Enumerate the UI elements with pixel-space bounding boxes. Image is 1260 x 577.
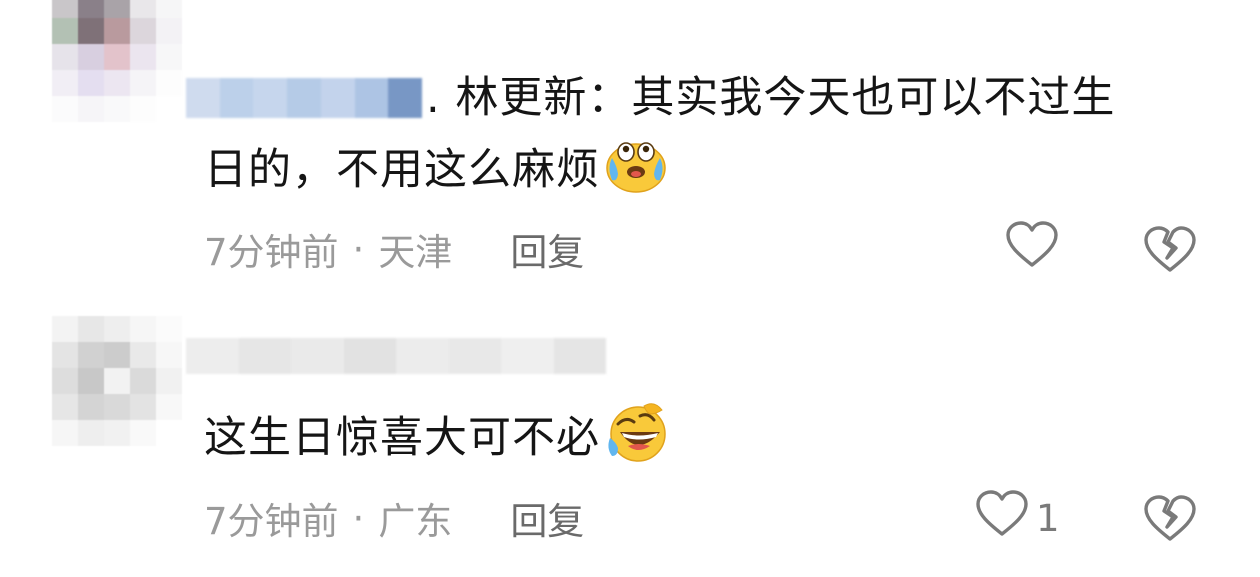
heart-icon	[974, 489, 1030, 548]
comment-meta: 7分钟前 · 天津 回复	[204, 222, 584, 276]
comment-item: . 林更新：其实我今天也可以不过生 日的，不用这么麻烦 7分钟前 · 天津 回复	[0, 0, 1260, 290]
heart-icon	[1004, 220, 1060, 279]
author-name[interactable]: . 林更新：	[426, 73, 631, 123]
avatar[interactable]	[52, 0, 182, 122]
like-count: 1	[1036, 496, 1060, 540]
reply-button[interactable]: 回复	[510, 491, 584, 545]
rolling-laughing-face-icon	[604, 402, 670, 484]
comment-location: 天津	[378, 231, 453, 274]
comment-text: 这生日惊喜大可不必	[204, 402, 670, 484]
comment-text-line: 日的，不用这么麻烦	[204, 145, 600, 195]
comment-time: 7分钟前	[204, 500, 339, 543]
separator-dot: ·	[352, 496, 365, 540]
comment-text-line: 其实我今天也可以不过生	[631, 73, 1116, 123]
separator-dot: ·	[352, 227, 365, 271]
avatar[interactable]	[52, 316, 182, 446]
crying-face-icon	[604, 138, 668, 216]
comment-time: 7分钟前	[204, 231, 339, 274]
comment-meta: 7分钟前 · 广东 回复	[204, 491, 584, 545]
like-button[interactable]	[1004, 220, 1066, 279]
reply-button[interactable]: 回复	[510, 222, 584, 276]
broken-heart-icon	[1142, 495, 1198, 550]
username-blurred[interactable]	[186, 338, 606, 374]
like-button[interactable]: 1	[974, 489, 1060, 548]
dislike-button[interactable]	[1142, 221, 1198, 277]
comment-text: . 林更新：其实我今天也可以不过生 日的，不用这么麻烦	[204, 62, 1214, 216]
comment-text-line: 这生日惊喜大可不必	[204, 413, 600, 463]
comment-location: 广东	[378, 500, 453, 543]
dislike-button[interactable]	[1142, 490, 1198, 546]
broken-heart-icon	[1142, 226, 1198, 281]
comment-item: 这生日惊喜大可不必 7分钟前 · 广东 回复 1	[0, 300, 1260, 577]
